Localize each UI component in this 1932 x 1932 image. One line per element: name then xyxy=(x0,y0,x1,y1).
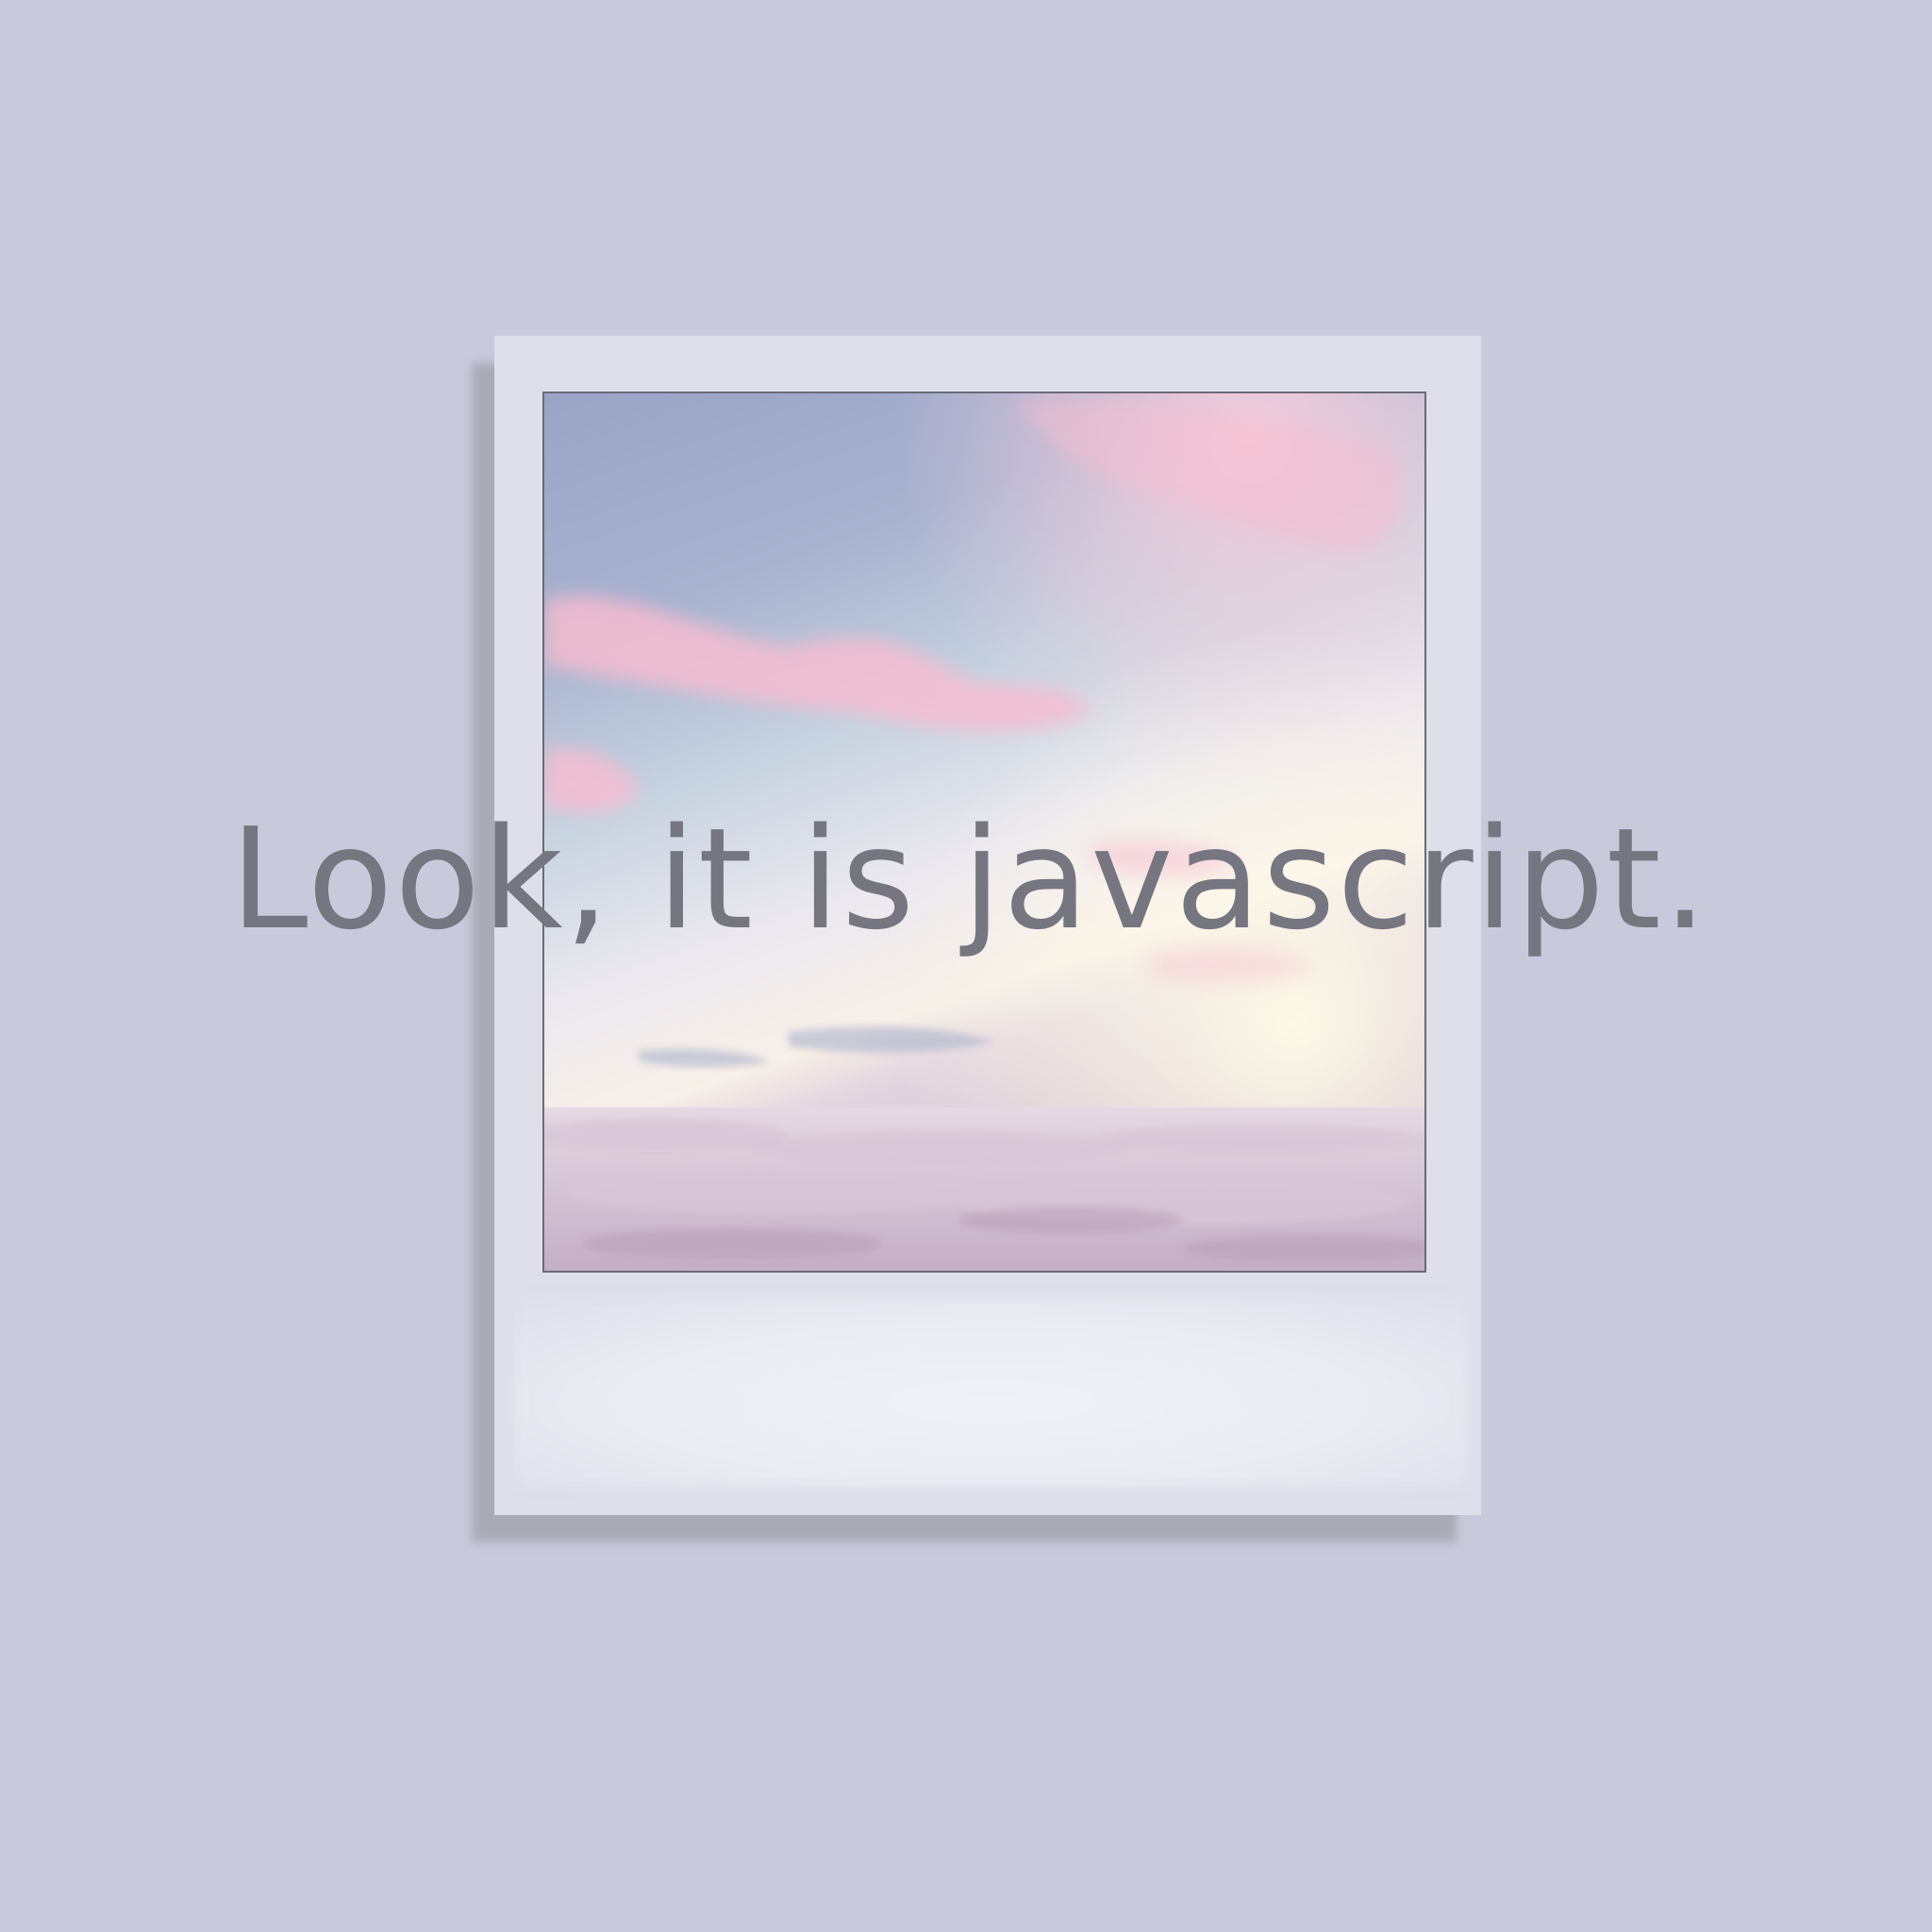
polaroid-caption-area xyxy=(515,1298,1468,1487)
headline-text: Look, it is javascript. xyxy=(230,798,1709,960)
